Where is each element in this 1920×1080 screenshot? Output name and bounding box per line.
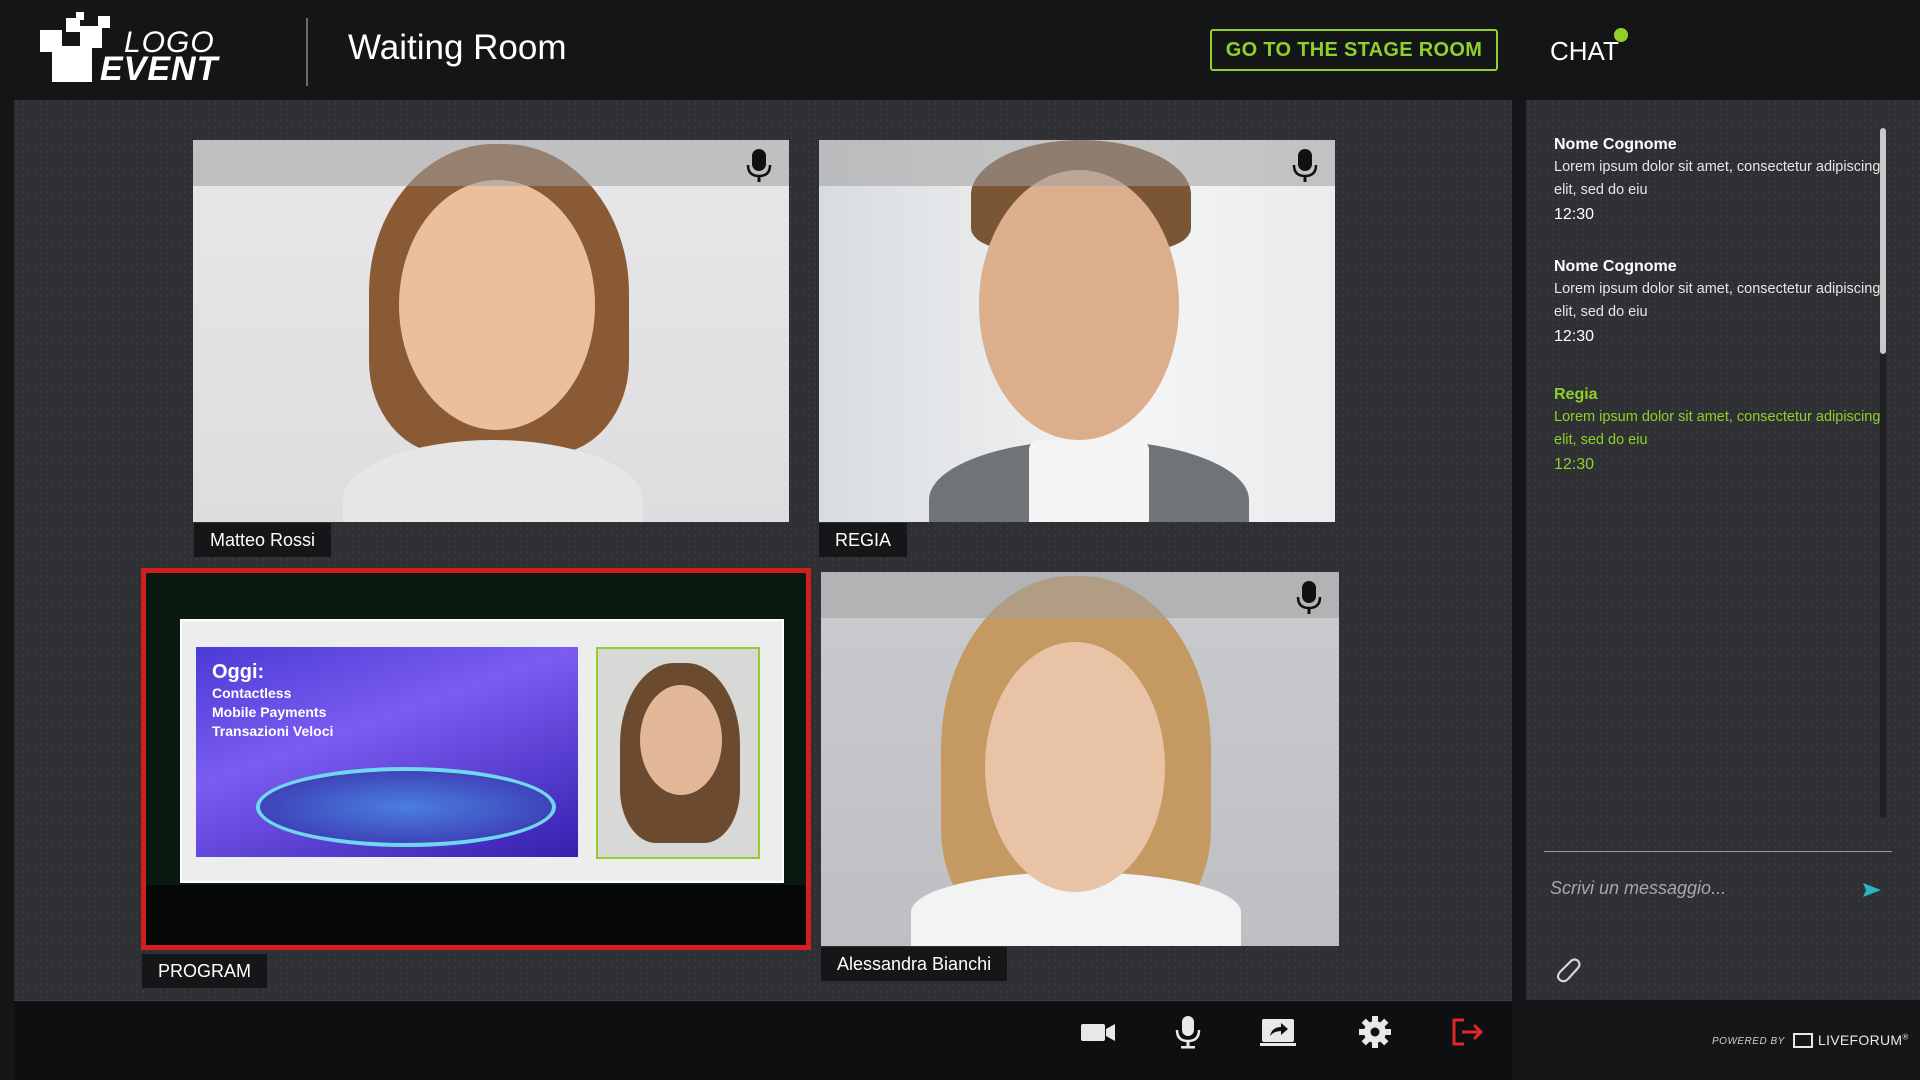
camera-icon[interactable]: [1078, 1014, 1118, 1050]
message-author: Nome Cognome: [1554, 258, 1677, 275]
chat-message-input[interactable]: [1550, 872, 1850, 904]
participant-name-tag: REGIA: [819, 523, 908, 557]
participant-name-tag: Alessandra Bianchi: [821, 947, 1008, 981]
program-heading: Oggi:: [212, 661, 265, 683]
powered-by-label: POWERED BY: [1712, 1036, 1785, 1047]
message-text: Lorem ipsum dolor sit amet, consectetur …: [1554, 281, 1881, 320]
send-icon[interactable]: [1862, 880, 1882, 900]
top-header: LOGO EVENT Waiting Room GO TO THE STAGE …: [0, 0, 1920, 100]
program-stage-disc: [256, 767, 556, 847]
microphone-icon[interactable]: [1291, 148, 1319, 184]
program-name-tag: PROGRAM: [142, 954, 268, 988]
paperclip-icon[interactable]: [1550, 952, 1584, 986]
participant-name-tag: Matteo Rossi: [194, 523, 332, 557]
program-line: Contactless: [212, 685, 292, 701]
video-tile-participant-3[interactable]: [821, 572, 1339, 946]
program-line: Transazioni Veloci: [212, 723, 334, 739]
program-slide: Oggi: Contactless Mobile Payments Transa…: [196, 647, 578, 857]
microphone-icon[interactable]: [1295, 580, 1323, 616]
message-author: Nome Cognome: [1554, 136, 1677, 153]
tile-top-bar: [819, 140, 1335, 186]
liveforum-logo-icon: [1793, 1033, 1813, 1048]
go-to-stage-button[interactable]: GO TO THE STAGE ROOM: [1210, 29, 1498, 71]
message-time: 12:30: [1554, 456, 1595, 473]
exit-icon[interactable]: [1448, 1014, 1488, 1050]
chat-status-dot: [1614, 28, 1628, 42]
brand-name: LIVEFORUM®: [1818, 1032, 1909, 1048]
message-text: Lorem ipsum dolor sit amet, consectetur …: [1554, 159, 1881, 198]
chat-tab-label[interactable]: CHAT: [1550, 36, 1619, 67]
share-screen-icon[interactable]: [1258, 1014, 1298, 1050]
message-time: 12:30: [1554, 206, 1595, 223]
microphone-icon[interactable]: [745, 148, 773, 184]
chat-message: Nome Cognome Lorem ipsum dolor sit amet,…: [1554, 136, 1884, 224]
message-author: Regia: [1554, 386, 1598, 403]
logo-text-bottom: EVENT: [100, 50, 219, 88]
program-speaker-inset: [596, 647, 760, 859]
message-text: Lorem ipsum dolor sit amet, consectetur …: [1554, 409, 1881, 448]
tile-top-bar: [193, 140, 789, 186]
microphone-icon[interactable]: [1168, 1014, 1208, 1050]
video-tile-participant-1[interactable]: [193, 140, 789, 522]
chat-message: Nome Cognome Lorem ipsum dolor sit amet,…: [1554, 258, 1884, 346]
event-logo: LOGO EVENT: [40, 12, 217, 88]
program-line: Mobile Payments: [212, 704, 327, 720]
program-audience: [146, 885, 806, 945]
chat-panel: Nome Cognome Lorem ipsum dolor sit amet,…: [1526, 100, 1920, 1000]
page-title: Waiting Room: [348, 28, 567, 67]
chat-input-divider: [1544, 851, 1892, 852]
chat-message-regia: Regia Lorem ipsum dolor sit amet, consec…: [1554, 386, 1884, 474]
program-tile[interactable]: Oggi: Contactless Mobile Payments Transa…: [141, 568, 811, 950]
video-tile-participant-2[interactable]: [819, 140, 1335, 522]
chat-scrollbar-thumb[interactable]: [1880, 128, 1886, 354]
brand-label: LIVEFORUM: [1818, 1032, 1903, 1048]
header-divider: [306, 18, 308, 86]
tile-top-bar: [821, 572, 1339, 618]
program-screen: Oggi: Contactless Mobile Payments Transa…: [180, 619, 784, 883]
message-time: 12:30: [1554, 328, 1595, 345]
gear-icon[interactable]: [1355, 1014, 1395, 1050]
video-grid: Matteo Rossi REGIA Oggi: Contactless Mob…: [14, 100, 1512, 1000]
